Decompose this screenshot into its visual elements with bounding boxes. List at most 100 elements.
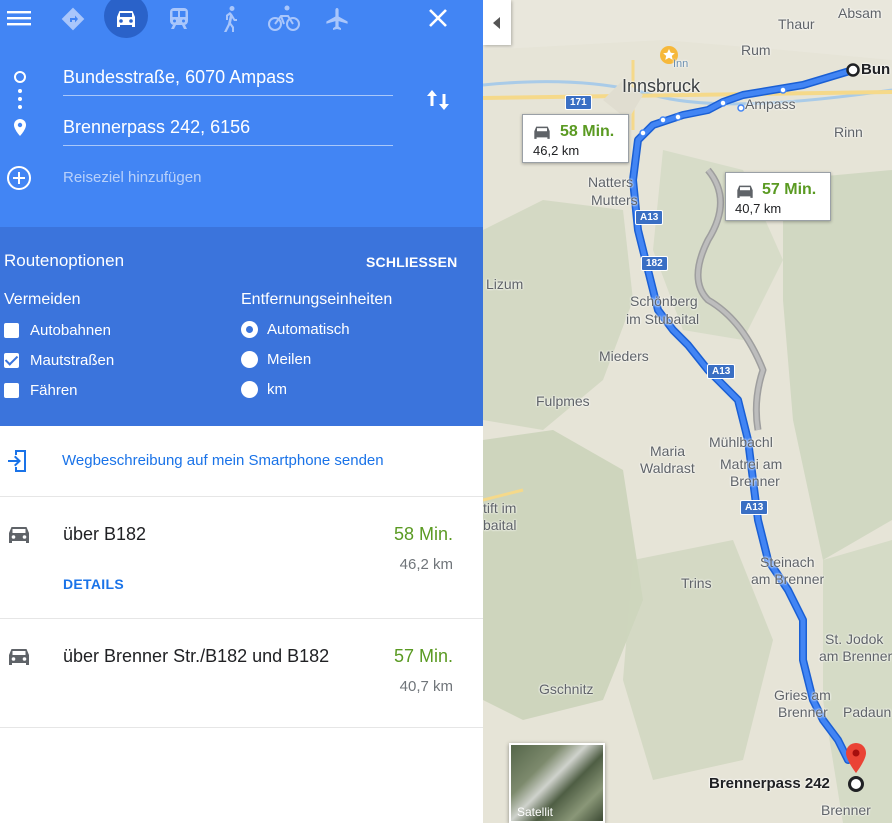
route-option-2[interactable]: über Brenner Str./B182 und B182 57 Min. … [0, 619, 483, 728]
cycling-mode-button[interactable] [262, 0, 306, 38]
satellite-layer-button[interactable]: Satellit [509, 743, 605, 823]
destination-label: Brennerpass 242 [709, 775, 830, 792]
origin-input[interactable]: Bundesstraße, 6070 Ampass [63, 67, 294, 88]
city-label: Innsbruck [622, 76, 701, 96]
checkbox-label: Fähren [30, 382, 78, 399]
directions-panel: Bundesstraße, 6070 Ampass Brennerpass 24… [0, 0, 483, 823]
road-shield: A13 [740, 500, 769, 515]
route-duration: 58 Min. [393, 524, 453, 544]
place-label: tift im [483, 500, 517, 516]
route-duration: 57 Min. [393, 646, 453, 666]
map-canvas[interactable]: Absam Thaur Rum Inn Innsbruck Bun Ampass… [483, 0, 892, 823]
radio-circle [241, 321, 258, 338]
collapse-panel-button[interactable] [483, 0, 511, 45]
driving-mode-button[interactable] [104, 0, 148, 38]
directions-mode-button[interactable] [51, 0, 95, 38]
app-root: Bundesstraße, 6070 Ampass Brennerpass 24… [0, 0, 892, 823]
place-label: Ampass [745, 96, 796, 112]
place-label: Thaur [778, 16, 815, 32]
car-icon [9, 649, 29, 665]
place-label: Matrei am [720, 456, 783, 472]
menu-icon[interactable] [6, 6, 32, 30]
destination-input[interactable]: Brennerpass 242, 6156 [63, 117, 250, 138]
car-icon [117, 11, 135, 27]
road-shield: 182 [641, 256, 668, 271]
destination-pin-icon[interactable] [844, 742, 868, 776]
radio-label: km [267, 381, 287, 398]
walking-mode-button[interactable] [209, 0, 253, 38]
close-directions-button[interactable] [424, 4, 452, 32]
route-distance: 40,7 km [399, 678, 453, 695]
flight-icon [326, 8, 348, 30]
units-heading: Entfernungseinheiten [241, 291, 393, 308]
road-shield: 171 [565, 95, 592, 110]
place-label: Mieders [599, 348, 649, 364]
send-to-device-icon [8, 450, 26, 472]
satellite-label: Satellit [517, 805, 554, 819]
send-to-phone-label: Wegbeschreibung auf mein Smartphone send… [62, 452, 384, 469]
place-label: Brenner [778, 704, 828, 720]
bike-icon [268, 5, 300, 31]
place-label: Gries am [774, 687, 831, 703]
radio-circle [241, 381, 258, 398]
route-option-1[interactable]: über B182 58 Min. 46,2 km DETAILS [0, 497, 483, 619]
place-label: Steinach [760, 554, 815, 570]
close-icon [429, 9, 447, 27]
checkbox-label: Mautstraßen [30, 352, 115, 369]
route-callout-primary[interactable]: 58 Min. 46,2 km [522, 114, 629, 163]
destination-marker-icon [848, 776, 864, 792]
swap-waypoints-button[interactable] [426, 86, 450, 114]
train-icon [170, 8, 188, 29]
add-destination-icon[interactable] [5, 164, 33, 192]
place-label: Absam [838, 5, 882, 21]
place-label: Rum [741, 42, 771, 58]
route-options-close-button[interactable]: SCHLIESSEN [366, 254, 457, 270]
transit-mode-button[interactable] [157, 0, 201, 38]
radio-label: Meilen [267, 351, 312, 368]
place-label: Brenner [821, 802, 871, 818]
car-icon [737, 185, 753, 198]
checkbox-box [4, 353, 19, 368]
route-options: Routenoptionen SCHLIESSEN Vermeiden Auto… [0, 227, 483, 426]
add-destination-field[interactable]: Reiseziel hinzufügen [63, 169, 201, 186]
avoid-highways-checkbox[interactable]: Autobahnen [4, 322, 111, 339]
units-automatic-radio[interactable]: Automatisch [241, 321, 350, 338]
origin-label: Bun [861, 61, 891, 78]
destination-pin-icon [14, 119, 26, 136]
avoid-ferries-checkbox[interactable]: Fähren [4, 382, 78, 399]
route-dots-icon [18, 89, 22, 109]
callout-distance: 46,2 km [533, 143, 580, 158]
checkbox-box [4, 323, 19, 338]
walk-icon [224, 6, 237, 32]
route-details-button[interactable]: DETAILS [63, 576, 124, 592]
chevron-left-icon [493, 16, 500, 29]
units-km-radio[interactable]: km [241, 381, 287, 398]
origin-underline [63, 95, 393, 96]
place-label: Gschnitz [539, 681, 594, 697]
road-shield: A13 [707, 364, 736, 379]
origin-icon [14, 71, 26, 83]
avoid-tolls-checkbox[interactable]: Mautstraßen [4, 352, 114, 369]
radio-circle [241, 351, 258, 368]
destination-underline [63, 145, 393, 146]
river-label: Inn [673, 58, 689, 70]
road-shield: A13 [635, 210, 664, 225]
place-label: am Brenner [751, 571, 825, 587]
place-label: im Stubaital [626, 311, 700, 327]
radio-label: Automatisch [267, 321, 350, 338]
route-name: über B182 [63, 524, 147, 544]
place-label: Padaun [843, 704, 892, 720]
route-callout-alt[interactable]: 57 Min. 40,7 km [725, 172, 831, 221]
directions-header: Bundesstraße, 6070 Ampass Brennerpass 24… [0, 0, 483, 227]
place-label: Rinn [834, 124, 863, 140]
send-to-phone-link[interactable]: Wegbeschreibung auf mein Smartphone send… [0, 426, 483, 497]
place-label: Brenner [730, 473, 780, 489]
flight-mode-button[interactable] [315, 0, 359, 38]
place-label: Natters [588, 174, 634, 190]
place-label: baital [483, 517, 517, 533]
place-label: St. Jodok [825, 631, 884, 647]
units-miles-radio[interactable]: Meilen [241, 351, 311, 368]
route-name: über Brenner Str./B182 und B182 [63, 646, 330, 666]
place-label: Mühlbachl [709, 434, 773, 450]
callout-duration: 57 Min. [762, 181, 817, 198]
